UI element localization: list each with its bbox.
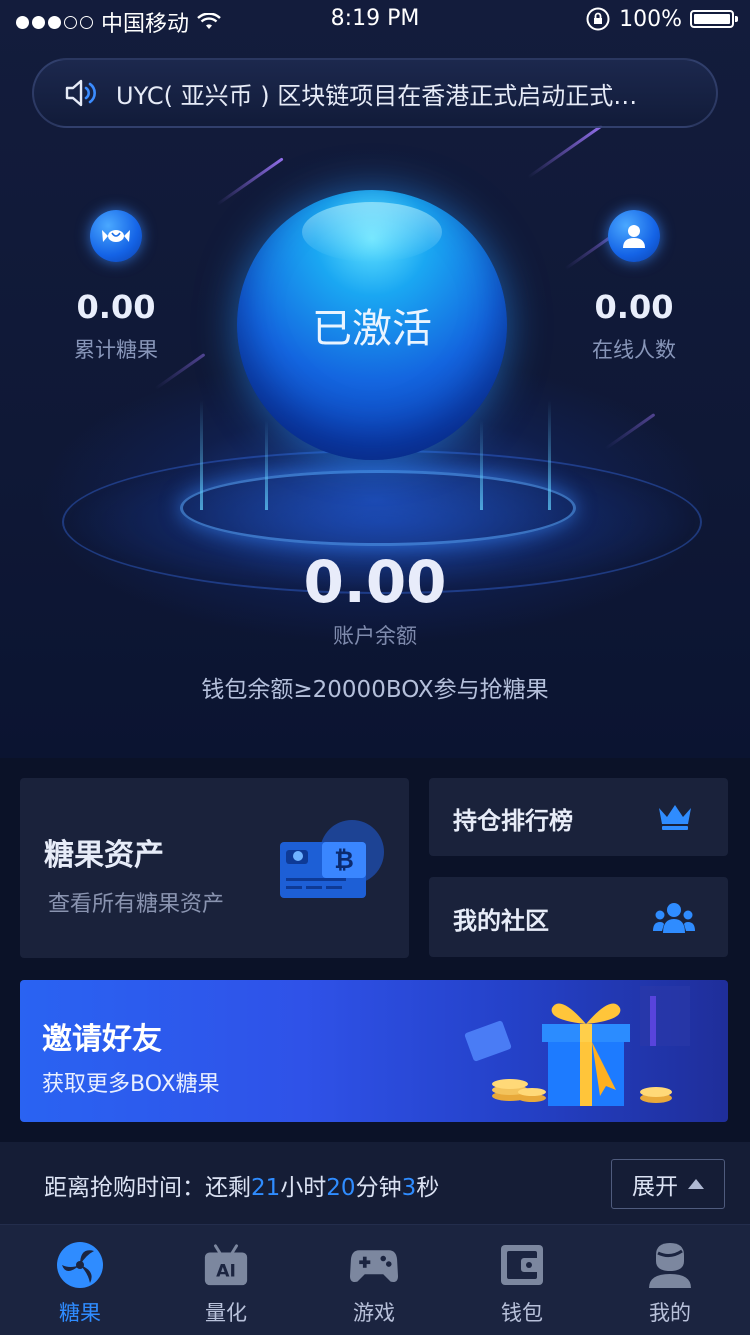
status-bar: 中国移动 8:19 PM 100% [0, 0, 750, 40]
bottom-tab-bar: 糖果 AI 量化 游戏 钱包 我的 [0, 1224, 750, 1335]
activation-orb[interactable]: 已激活 [237, 190, 507, 460]
light-streak [527, 124, 603, 179]
online-users-value: 0.00 [594, 288, 674, 326]
community-icon [653, 903, 695, 933]
candy-assets-subtitle: 查看所有糖果资产 [48, 892, 225, 917]
total-candy-stat: 0.00 累计糖果 [16, 210, 216, 364]
crown-icon [659, 805, 691, 830]
rotation-lock-icon [586, 7, 610, 31]
user-icon [608, 210, 660, 262]
profile-icon [646, 1241, 694, 1289]
speaker-icon [65, 79, 96, 107]
expand-button[interactable]: 展开 [611, 1159, 725, 1209]
announcement-text: UYC( 亚兴币 ) 区块链项目在香港正式启动正式… [116, 81, 638, 110]
light-streak [216, 157, 284, 206]
tab-candy[interactable]: 糖果 [5, 1225, 155, 1335]
announcement-bar[interactable]: UYC( 亚兴币 ) 区块链项目在香港正式启动正式… [32, 58, 718, 128]
countdown-hours-unit: 小时 [280, 1175, 327, 1201]
tab-games[interactable]: 游戏 [299, 1225, 449, 1335]
hero-section: 中国移动 8:19 PM 100% UYC( 亚兴币 ) 区块链项目在香港正式启… [0, 0, 750, 758]
light-streak [604, 413, 656, 450]
light-beam [200, 400, 203, 510]
my-community-card[interactable]: 我的社区 [429, 877, 728, 957]
orb-highlight [302, 202, 442, 262]
online-users-stat: 0.00 在线人数 [534, 210, 734, 364]
candy-assets-title: 糖果资产 [44, 838, 164, 873]
account-balance-value: 0.00 [303, 548, 447, 616]
svg-text:AI: AI [216, 1262, 236, 1282]
candy-assets-card[interactable]: 糖果资产 查看所有糖果资产 ₿ [20, 778, 409, 958]
tab-wallet[interactable]: 钱包 [447, 1225, 597, 1335]
caret-up-icon [688, 1179, 704, 1189]
online-users-label: 在线人数 [592, 338, 676, 362]
feature-section: 糖果资产 查看所有糖果资产 ₿ 持仓排行榜 我的社区 邀请好友 获取更多BOX糖… [0, 758, 750, 1142]
tab-quant[interactable]: AI 量化 [151, 1225, 301, 1335]
wallet-icon [498, 1241, 546, 1289]
holding-ranking-title: 持仓排行榜 [453, 807, 573, 835]
svg-text:₿: ₿ [334, 846, 354, 874]
battery-icon [690, 10, 738, 28]
battery-percent: 100% [619, 6, 682, 32]
light-beam [265, 420, 268, 510]
platform-inner-ring [180, 470, 576, 546]
countdown-text: 距离抢购时间：还剩21小时20分钟3秒 [44, 1168, 439, 1202]
activation-status: 已激活 [312, 306, 432, 352]
countdown-seconds: 3 [401, 1175, 417, 1201]
wallet-requirement-tip: 钱包余额≥20000BOX参与抢糖果 [201, 677, 549, 703]
invite-title: 邀请好友 [42, 1022, 162, 1057]
invite-subtitle: 获取更多BOX糖果 [42, 1072, 220, 1097]
tab-profile-label: 我的 [649, 1301, 691, 1325]
my-community-title: 我的社区 [453, 907, 549, 935]
total-candy-label: 累计糖果 [74, 338, 158, 362]
countdown-hours: 21 [251, 1175, 281, 1201]
gift-box-icon [464, 986, 690, 1106]
invite-friends-banner[interactable]: 邀请好友 获取更多BOX糖果 [20, 980, 728, 1122]
tab-games-label: 游戏 [353, 1301, 395, 1325]
countdown-seconds-unit: 秒 [416, 1175, 440, 1201]
tab-candy-label: 糖果 [59, 1301, 101, 1325]
expand-label: 展开 [632, 1174, 678, 1200]
candy-swirl-icon [56, 1241, 104, 1289]
tab-quant-label: 量化 [205, 1301, 247, 1325]
light-beam [480, 420, 483, 510]
gamepad-icon [350, 1241, 398, 1289]
ai-robot-icon: AI [202, 1241, 250, 1289]
light-beam [548, 400, 551, 510]
countdown-bar: 距离抢购时间：还剩21小时20分钟3秒 展开 [0, 1142, 750, 1224]
account-balance-label: 账户余额 [333, 624, 417, 648]
tab-wallet-label: 钱包 [501, 1301, 543, 1325]
bitcoin-card-icon: ₿ [280, 820, 384, 898]
tab-profile[interactable]: 我的 [595, 1225, 745, 1335]
countdown-prefix: 距离抢购时间：还剩 [44, 1175, 251, 1201]
countdown-minutes-unit: 分钟 [355, 1175, 402, 1201]
holding-ranking-card[interactable]: 持仓排行榜 [429, 778, 728, 856]
countdown-minutes: 20 [326, 1175, 356, 1201]
candy-icon [90, 210, 142, 262]
total-candy-value: 0.00 [76, 288, 156, 326]
